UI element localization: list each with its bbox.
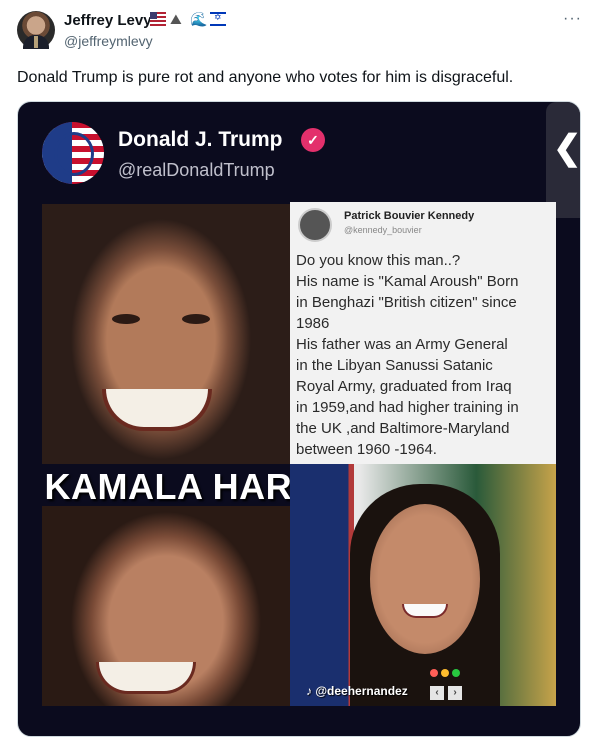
media-side-tab[interactable]: ❮ <box>546 102 580 218</box>
screenshot-line: in Benghazi "British citizen" since <box>296 294 517 311</box>
screenshot-handle: @kennedy_bouvier <box>344 225 422 235</box>
wave-icon: 🌊 <box>190 11 208 27</box>
screenshot-line: the UK ,and Baltimore-Maryland <box>296 420 510 437</box>
avatar-tie <box>34 36 38 48</box>
screenshot-body: Do you know this man..? His name is "Kam… <box>296 250 552 460</box>
screenshot-line: in the Libyan Sanussi Satanic <box>296 357 493 374</box>
inner-post-name: Donald J. Trump <box>118 128 283 151</box>
israel-flag-icon <box>210 12 226 26</box>
photo-top-left <box>42 204 290 464</box>
photo-credit: ♪ @deehernandez <box>306 684 408 698</box>
face-eye-right <box>182 314 210 324</box>
screenshot-line: His name is "Kamal Aroush" Born <box>296 273 519 290</box>
screenshot-line: Do you know this man..? <box>296 252 461 269</box>
more-icon[interactable]: ··· <box>563 10 582 28</box>
tweet-text: Donald Trump is pure rot and anyone who … <box>17 69 514 86</box>
tweet-media[interactable]: Donald J. Trump ✓ @realDonaldTrump ❮ Pat… <box>17 101 581 737</box>
author-handle[interactable]: @jeffreymlevy <box>64 33 153 49</box>
nav-arrows-icon: ‹ › <box>430 686 462 700</box>
face-eye-left <box>112 314 140 324</box>
window-dots-icon <box>430 669 460 677</box>
face-smile <box>402 604 448 618</box>
us-flag-icon <box>150 12 166 26</box>
screenshot-line: 1986 <box>296 315 330 332</box>
screenshot-avatar <box>298 208 332 242</box>
chevron-left-icon: ❮ <box>553 129 581 167</box>
verified-badge-icon: ✓ <box>301 128 325 152</box>
screenshot-line: Royal Army, graduated from Iraq <box>296 378 512 395</box>
inner-post-handle: @realDonaldTrump <box>118 160 275 180</box>
face-smile <box>102 389 212 431</box>
screenshot-line: His father was an Army General <box>296 336 508 353</box>
face-shape <box>370 504 480 654</box>
photo-credit-text: @deehernandez <box>315 684 408 698</box>
tweet-header: Jeffrey Levy ⛰ 🌊 @jeffreymlevy ··· <box>0 0 597 60</box>
mountain-icon: ⛰ <box>170 11 182 27</box>
author-name[interactable]: Jeffrey Levy <box>64 12 152 29</box>
photo-bottom-right: ‹ › ♪ @deehernandez <box>290 464 556 706</box>
screenshot-card: Patrick Bouvier Kennedy @kennedy_bouvier… <box>290 202 556 464</box>
author-badges: ⛰ 🌊 <box>150 12 226 26</box>
screenshot-line: between 1960 -1964. <box>296 441 437 458</box>
screenshot-line: in 1959,and had higher training in <box>296 399 519 416</box>
author-avatar[interactable] <box>17 11 55 49</box>
inner-post-avatar <box>42 122 104 184</box>
screenshot-name: Patrick Bouvier Kennedy <box>344 210 475 222</box>
